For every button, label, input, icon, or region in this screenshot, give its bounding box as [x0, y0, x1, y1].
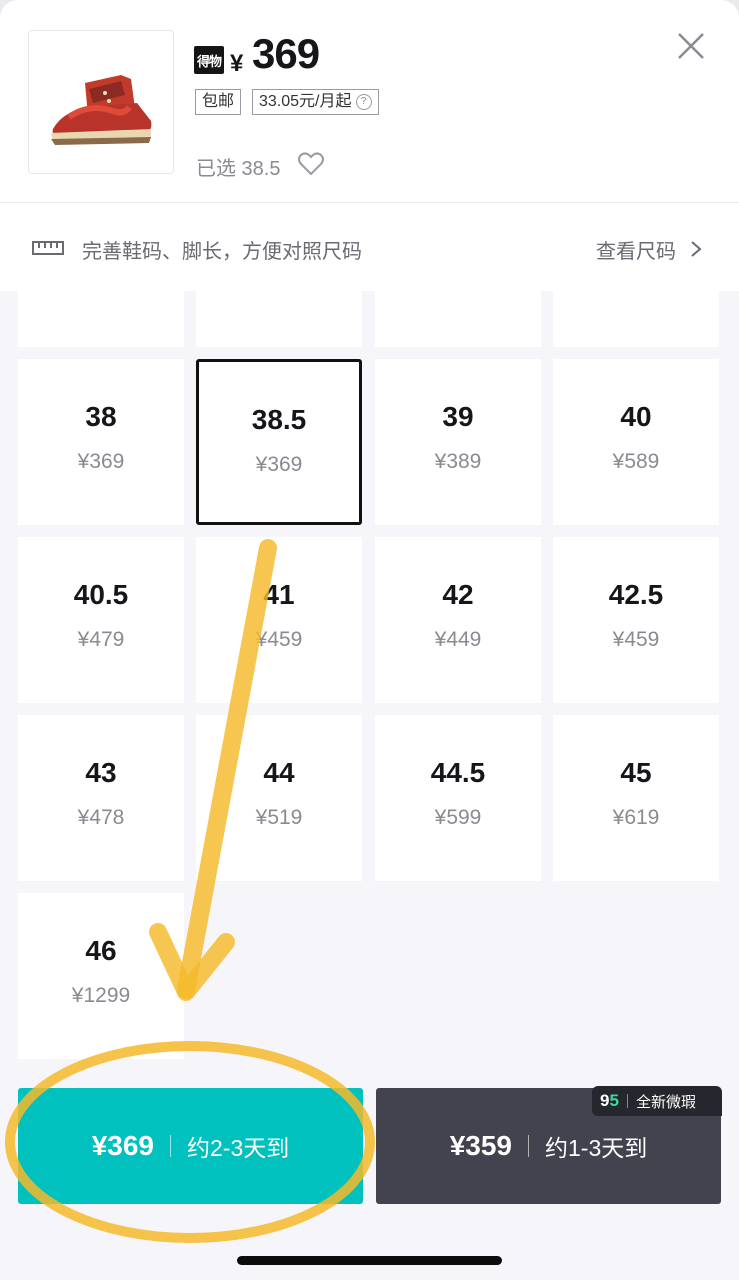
free-shipping-tag: 包邮	[195, 89, 242, 115]
size-value: 42	[442, 579, 474, 610]
size-price: ¥459	[255, 628, 303, 651]
size-value: 40	[620, 401, 652, 432]
buy-fast-button[interactable]: ¥369 约2-3天到	[18, 1088, 363, 1204]
size-option-46[interactable]: 46 ¥1299	[18, 893, 184, 1059]
size-value: 40.5	[73, 579, 129, 610]
installment-text: 33.05元/月起	[259, 93, 352, 110]
size-option-partial-3[interactable]: ¥359	[553, 291, 719, 347]
size-price: ¥389	[434, 450, 482, 473]
installment-tag[interactable]: 33.05元/月起 ?	[252, 89, 379, 115]
size-option-39[interactable]: 39 ¥389	[375, 359, 541, 525]
divider	[626, 1094, 628, 1108]
size-price: ¥369	[77, 450, 125, 473]
product-price: 369	[252, 30, 320, 77]
size-option-partial-0[interactable]: ¥459	[18, 291, 184, 347]
brand-badge: 得物	[194, 46, 224, 74]
condition-badge: 95 全新微瑕	[592, 1086, 722, 1116]
size-value: 45	[620, 757, 652, 788]
home-indicator	[237, 1256, 502, 1265]
size-price: ¥479	[77, 628, 125, 651]
size-value: 41	[263, 579, 295, 610]
help-icon[interactable]: ?	[355, 94, 372, 110]
buy-fast-price: ¥369	[91, 1130, 155, 1161]
condition-grade: 95	[600, 1091, 619, 1110]
size-grid: ¥459 ¥399 ¥379 ¥359 38 ¥369 38.5 ¥369 39 ¥389 40 ¥5…	[0, 291, 739, 1071]
size-option-41[interactable]: 41 ¥459	[196, 537, 362, 703]
heart-icon[interactable]	[298, 152, 324, 176]
size-price: ¥619	[612, 806, 660, 829]
size-price: ¥519	[255, 806, 303, 829]
product-header: 得物 ¥ 369 包邮 33.05元/月起 ? 已选 38.5	[0, 0, 739, 203]
close-icon[interactable]	[676, 31, 706, 61]
size-value: 43	[85, 757, 117, 788]
size-value: 44	[263, 757, 295, 788]
size-option-38.5[interactable]: 38.5 ¥369	[196, 359, 362, 525]
size-price: ¥379	[375, 291, 541, 296]
selected-size-label: 已选 38.5	[196, 158, 281, 180]
condition-text: 全新微瑕	[635, 1093, 696, 1111]
size-value: 42.5	[608, 579, 664, 610]
size-guide-text: 完善鞋码、脚长，方便对照尺码	[82, 241, 362, 263]
size-option-40.5[interactable]: 40.5 ¥479	[18, 537, 184, 703]
size-option-43[interactable]: 43 ¥478	[18, 715, 184, 881]
size-option-40[interactable]: 40 ¥589	[553, 359, 719, 525]
size-price: ¥478	[77, 806, 125, 829]
buy-flawed-price: ¥359	[449, 1130, 513, 1161]
size-price: ¥1299	[71, 984, 131, 1007]
buy-fast-delivery: 约2-3天到	[187, 1135, 290, 1161]
size-option-44[interactable]: 44 ¥519	[196, 715, 362, 881]
size-price: ¥459	[18, 291, 184, 296]
size-value: 39	[442, 401, 474, 432]
size-option-partial-1[interactable]: ¥399	[196, 291, 362, 347]
size-value: 38	[85, 401, 117, 432]
size-option-38[interactable]: 38 ¥369	[18, 359, 184, 525]
size-price: ¥399	[196, 291, 362, 296]
buy-flawed-delivery: 约1-3天到	[545, 1135, 648, 1161]
size-option-42.5[interactable]: 42.5 ¥459	[553, 537, 719, 703]
price-currency: ¥	[230, 50, 244, 77]
size-option-45[interactable]: 45 ¥619	[553, 715, 719, 881]
size-guide-row[interactable]: 完善鞋码、脚长，方便对照尺码 查看尺码	[0, 203, 739, 291]
size-price: ¥359	[553, 291, 719, 296]
size-value: 46	[85, 935, 117, 966]
product-thumbnail	[28, 30, 174, 174]
size-option-42[interactable]: 42 ¥449	[375, 537, 541, 703]
divider	[170, 1135, 172, 1157]
size-price: ¥599	[434, 806, 482, 829]
ruler-icon	[32, 241, 64, 255]
chevron-right-icon	[691, 241, 702, 257]
size-value: 44.5	[430, 757, 486, 788]
divider	[528, 1135, 530, 1157]
sneaker-image	[51, 75, 152, 145]
view-size-chart-link[interactable]: 查看尺码	[596, 235, 676, 264]
size-price: ¥449	[434, 628, 482, 651]
size-option-44.5[interactable]: 44.5 ¥599	[375, 715, 541, 881]
size-option-partial-2[interactable]: ¥379	[375, 291, 541, 347]
size-value: 38.5	[251, 404, 307, 435]
size-price: ¥459	[612, 628, 660, 651]
size-price: ¥589	[612, 450, 660, 473]
size-selector-sheet: 得物 ¥ 369 包邮 33.05元/月起 ? 已选 38.5 完善鞋码、脚长，…	[0, 0, 739, 1280]
size-price: ¥369	[255, 453, 303, 476]
